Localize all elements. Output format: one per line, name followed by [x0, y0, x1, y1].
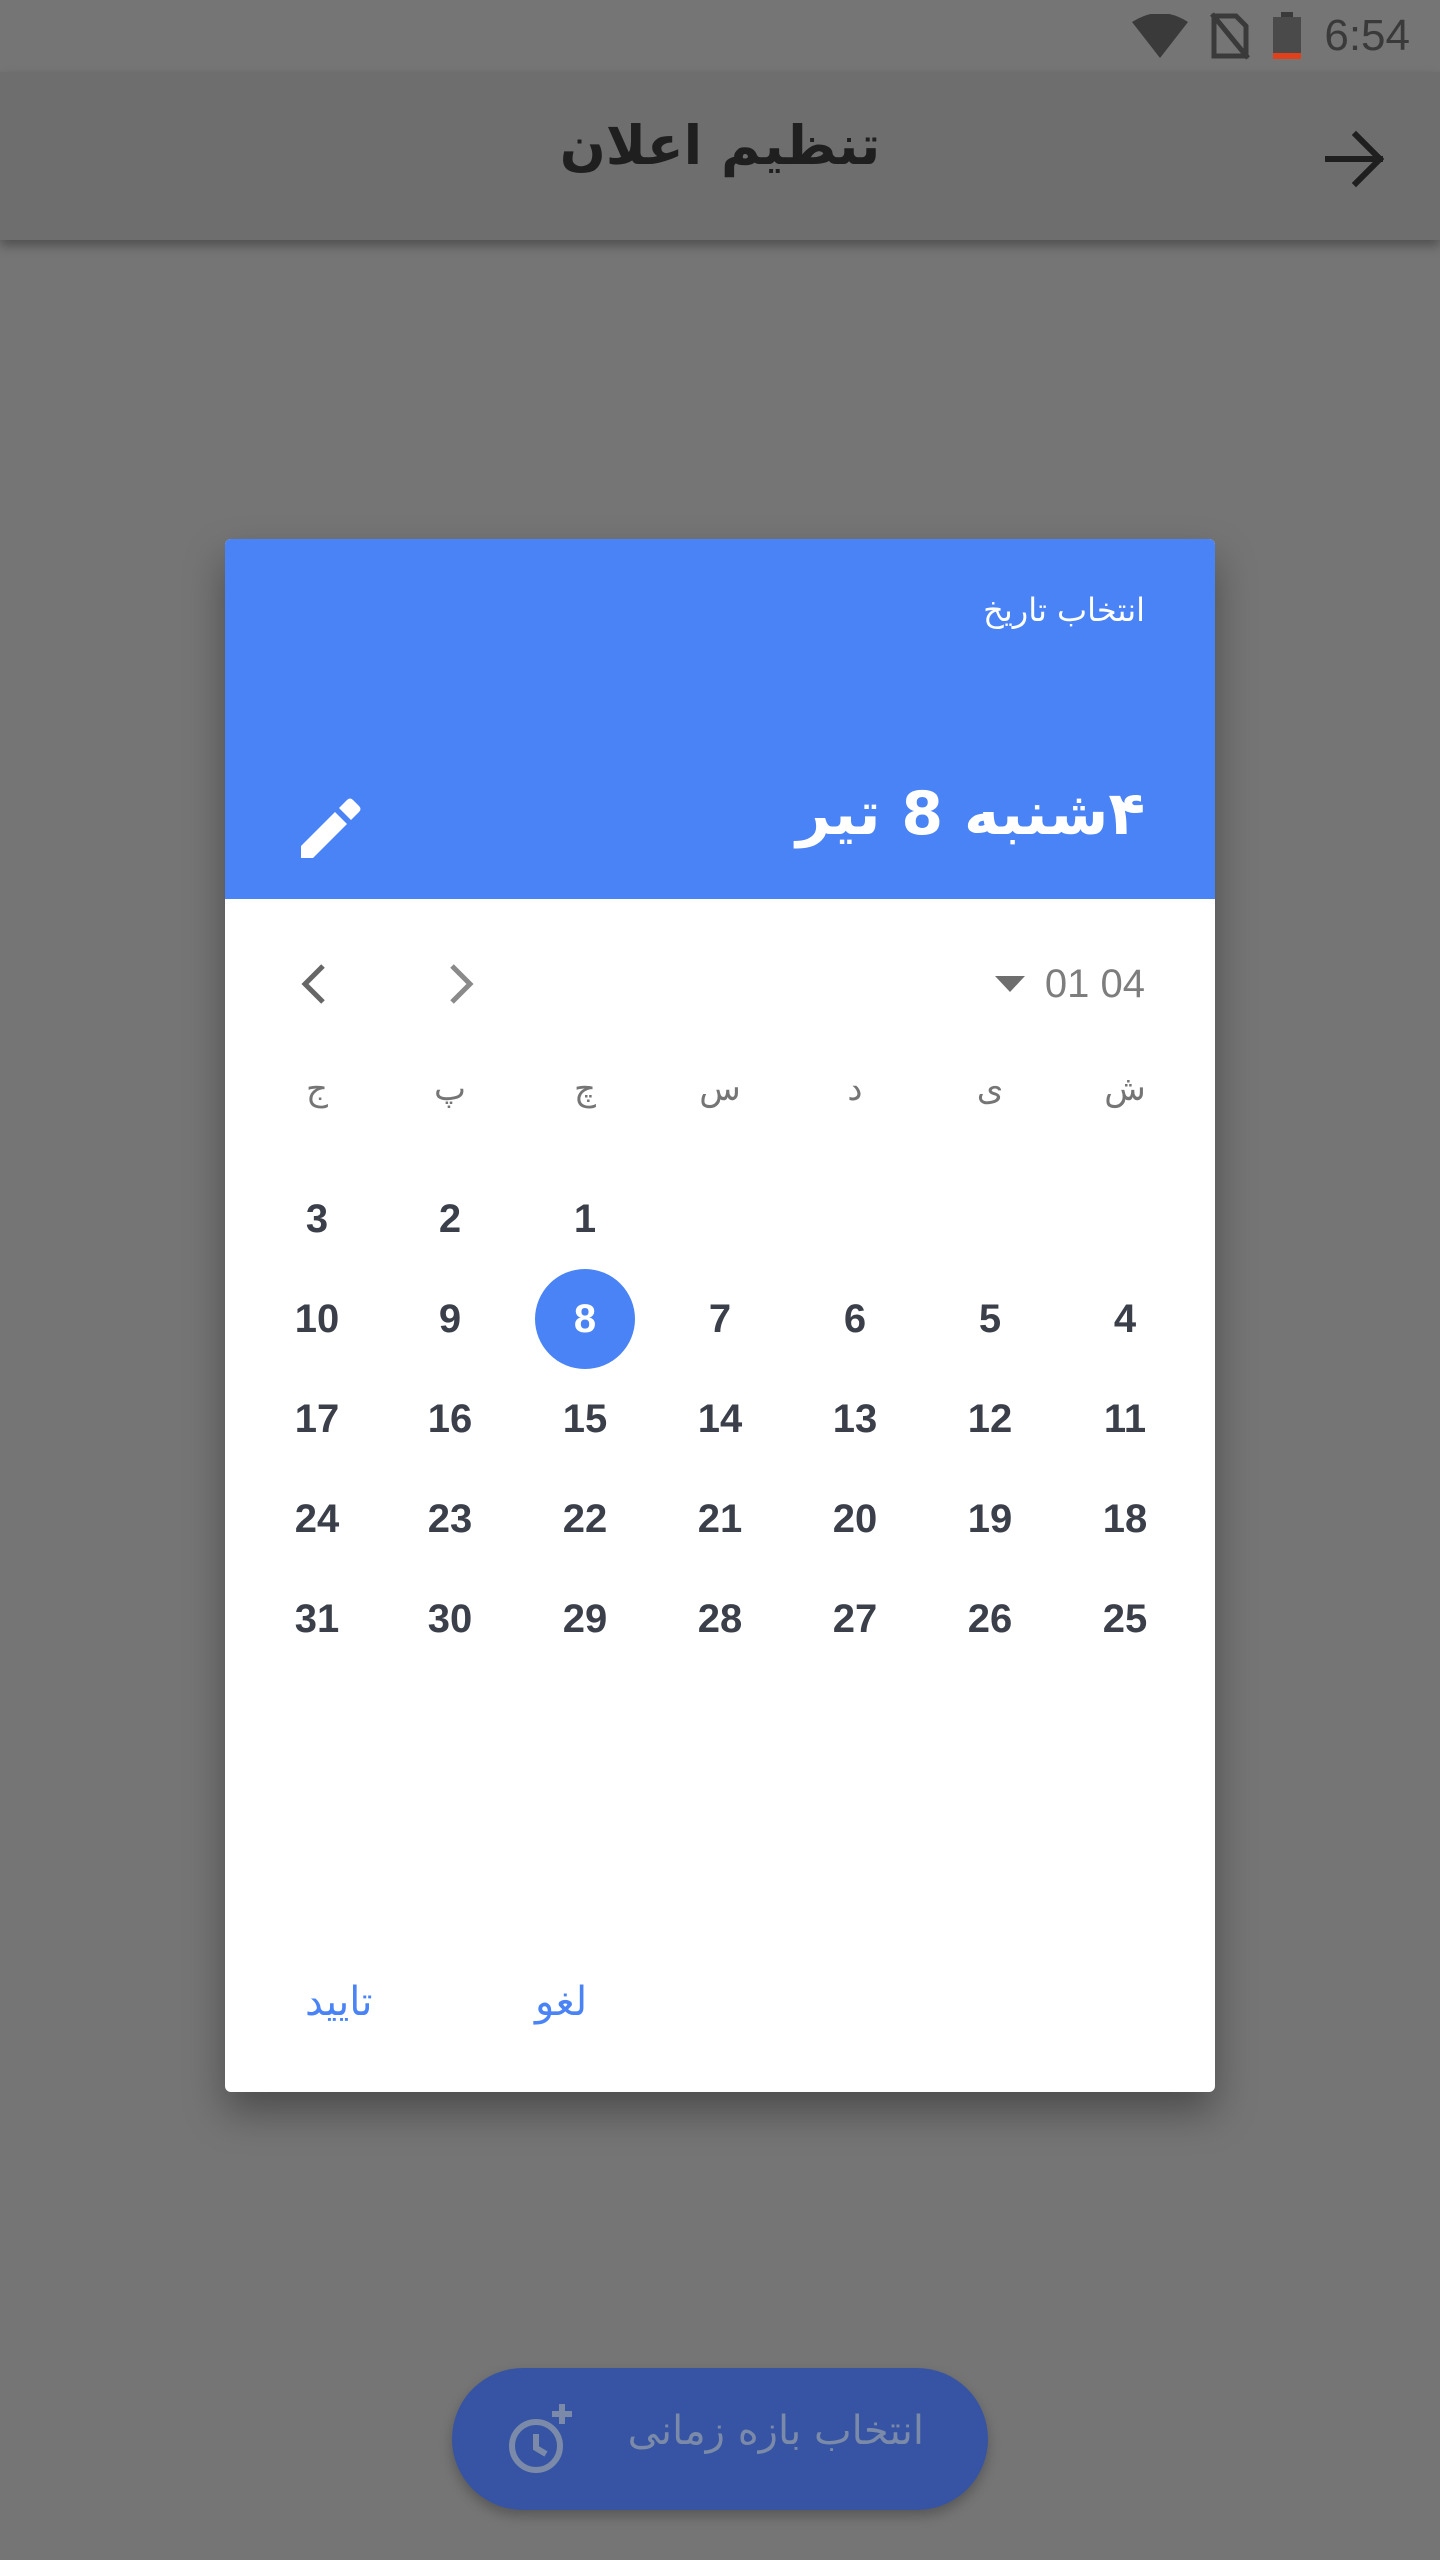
fab-label: انتخاب بازه زمانی [627, 2408, 924, 2454]
dialog-label: انتخاب تاریخ [983, 591, 1145, 629]
date-picker-dialog: انتخاب تاریخ ۴شنبه 8 تیر 01 04 ش ی د س چ پ ج 1… [225, 539, 1215, 2092]
previous-month-button[interactable] [285, 954, 345, 1014]
wifi-icon [1132, 14, 1189, 58]
add-alarm-icon [509, 2404, 572, 2473]
month-year-select[interactable]: 01 04 [993, 954, 1145, 1014]
calendar-day[interactable]: 29 [535, 1569, 635, 1669]
calendar-day[interactable]: 3 [267, 1169, 367, 1269]
calendar-day[interactable]: 12 [940, 1369, 1040, 1469]
status-time: 6:54 [1324, 11, 1410, 60]
calendar-day[interactable]: 19 [940, 1469, 1040, 1569]
weekday-label: س [699, 1069, 741, 1109]
calendar-day[interactable]: 25 [1075, 1569, 1175, 1669]
status-icons: 6:54 [1132, 8, 1410, 64]
calendar-day[interactable]: 30 [400, 1569, 500, 1669]
cancel-button[interactable]: لغو [535, 1979, 587, 2025]
weekday-label: ش [1104, 1069, 1146, 1109]
calendar-day[interactable]: 22 [535, 1469, 635, 1569]
weekday-label: ج [306, 1069, 328, 1109]
dialog-header: انتخاب تاریخ ۴شنبه 8 تیر [225, 539, 1215, 899]
month-year-label: 01 04 [1044, 961, 1145, 1006]
calendar-day[interactable]: 15 [535, 1369, 635, 1469]
weekday-label: د [847, 1069, 863, 1109]
calendar-day[interactable]: 4 [1075, 1269, 1175, 1369]
pencil-icon[interactable] [295, 794, 365, 864]
selected-date: ۴شنبه 8 تیر [796, 779, 1145, 849]
calendar-day[interactable]: 16 [400, 1369, 500, 1469]
calendar-day[interactable]: 20 [805, 1469, 905, 1569]
calendar-day[interactable]: 23 [400, 1469, 500, 1569]
calendar-day-selected[interactable]: 8 [535, 1269, 635, 1369]
calendar-day[interactable]: 26 [940, 1569, 1040, 1669]
calendar-day[interactable]: 1 [535, 1169, 635, 1269]
calendar-day[interactable]: 17 [267, 1369, 367, 1469]
calendar-day[interactable]: 28 [670, 1569, 770, 1669]
weekday-label: ی [976, 1069, 1004, 1109]
status-bar: 6:54 [0, 0, 1440, 72]
dropdown-triangle-icon [994, 976, 1025, 992]
calendar-day[interactable]: 11 [1075, 1369, 1175, 1469]
calendar-day[interactable]: 24 [267, 1469, 367, 1569]
page-title: تنظیم اعلان [559, 114, 881, 177]
calendar-day[interactable]: 27 [805, 1569, 905, 1669]
weekday-header: شیدسچپج [225, 1069, 1215, 1129]
battery-low-icon [1273, 12, 1302, 59]
weekday-label: چ [574, 1069, 596, 1109]
select-time-range-button[interactable]: انتخاب بازه زمانی [452, 2368, 988, 2510]
calendar-day[interactable]: 6 [805, 1269, 905, 1369]
no-sim-icon [1210, 12, 1251, 60]
calendar-day[interactable]: 5 [940, 1269, 1040, 1369]
next-month-button[interactable] [430, 954, 490, 1014]
weekday-label: پ [433, 1069, 466, 1109]
calendar-day[interactable]: 7 [670, 1269, 770, 1369]
arrow-right-icon[interactable] [1320, 124, 1390, 194]
app-bar: تنظیم اعلان [0, 72, 1440, 240]
calendar-day[interactable]: 14 [670, 1369, 770, 1469]
confirm-button[interactable]: تایید [305, 1979, 373, 2025]
calendar-day[interactable]: 2 [400, 1169, 500, 1269]
calendar-day[interactable]: 31 [267, 1569, 367, 1669]
calendar-day[interactable]: 18 [1075, 1469, 1175, 1569]
calendar-day[interactable]: 9 [400, 1269, 500, 1369]
calendar-day[interactable]: 10 [267, 1269, 367, 1369]
calendar-day[interactable]: 13 [805, 1369, 905, 1469]
calendar-day[interactable]: 21 [670, 1469, 770, 1569]
